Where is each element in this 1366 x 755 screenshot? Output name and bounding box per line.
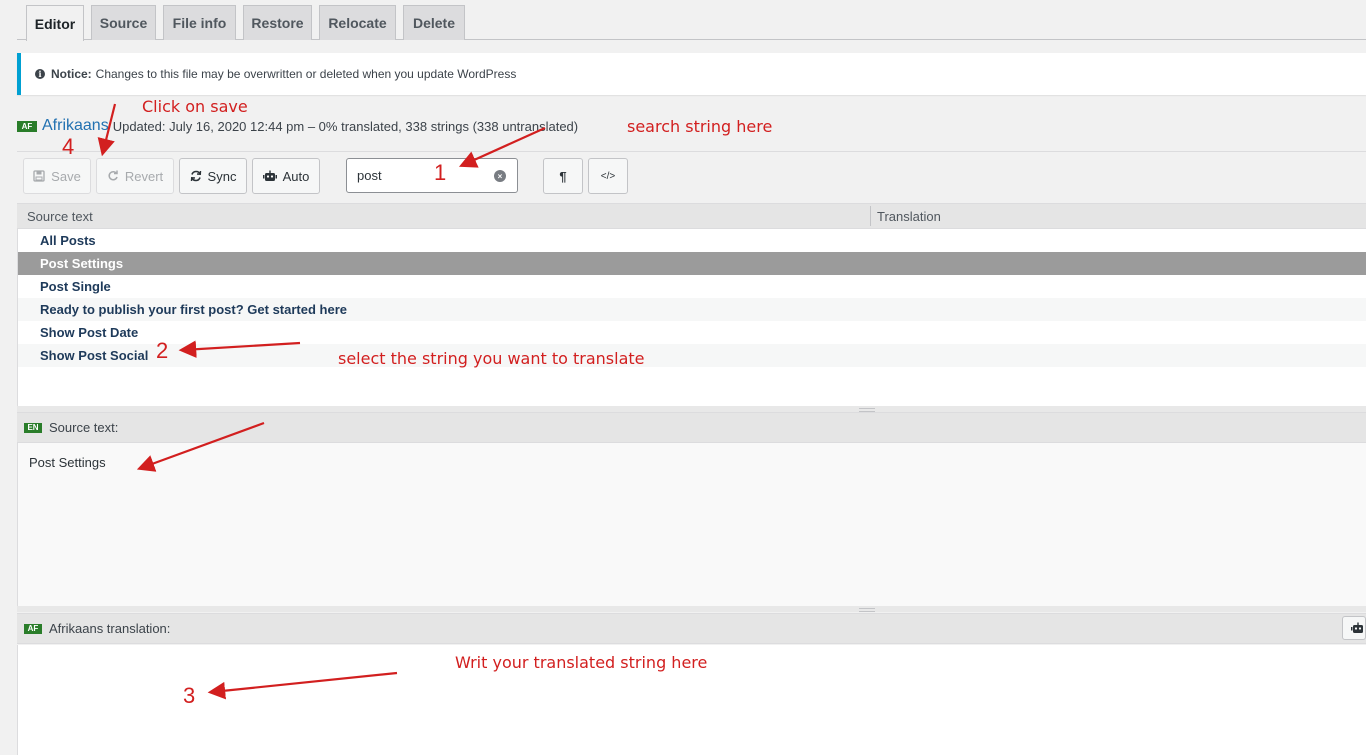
locale-status-line: AF Afrikaans Updated: July 16, 2020 12:4… [17, 116, 578, 136]
column-divider[interactable] [870, 206, 871, 226]
source-text-view: Post Settings [17, 443, 1366, 606]
auto-translate-button[interactable]: Auto [252, 158, 320, 194]
auto-button-label: Auto [282, 168, 310, 184]
tab-restore[interactable]: Restore [243, 5, 312, 40]
revert-icon [108, 170, 118, 181]
annotation-step-3: 3 [183, 683, 196, 708]
notice-label: Notice: [51, 67, 92, 81]
list-item[interactable]: Ready to publish your first post? Get st… [18, 298, 1366, 321]
annotation-write-translation: Writ your translated string here [455, 653, 708, 672]
list-item[interactable]: Post Single [18, 275, 1366, 298]
source-text-value: Post Settings [29, 455, 106, 470]
string-list-header: Source text Translation [17, 203, 1366, 229]
locale-status: Updated: July 16, 2020 12:44 pm – 0% tra… [112, 118, 579, 134]
toggle-code-view-button[interactable]: </> [588, 158, 628, 194]
source-locale-flag-icon: EN [24, 422, 42, 433]
locale-flag-icon: AF [17, 120, 37, 132]
annotation-search-string: search string here [627, 117, 773, 136]
string-list: All Posts Post Settings Post Single Read… [17, 229, 1366, 406]
source-pane-header: EN Source text: [17, 412, 1366, 443]
save-button-label: Save [51, 168, 81, 184]
robot-icon [262, 170, 277, 181]
tab-file-info[interactable]: File info [163, 5, 236, 40]
translation-pane-header: AF Afrikaans translation: [17, 613, 1366, 644]
tab-source[interactable]: Source [91, 5, 156, 40]
source-pane-label: Source text: [49, 420, 119, 435]
update-notice: i Notice: Changes to this file may be ov… [17, 53, 1366, 95]
code-icon: </> [600, 170, 616, 182]
resize-handle-source[interactable] [17, 606, 1366, 612]
revert-button-label: Revert [124, 168, 164, 184]
source-text-column-header[interactable]: Source text [27, 209, 93, 224]
search-input-value: post [357, 168, 382, 183]
floppy-disk-icon [33, 170, 45, 182]
sync-icon [190, 170, 201, 182]
revert-button[interactable]: Revert [96, 158, 174, 194]
translation-pane-label: Afrikaans translation: [49, 621, 171, 636]
robot-icon [1351, 622, 1363, 633]
annotation-select-string: select the string you want to translate [338, 349, 645, 368]
tab-delete[interactable]: Delete [403, 5, 465, 40]
translation-column-header[interactable]: Translation [877, 209, 941, 224]
tab-relocate[interactable]: Relocate [319, 5, 396, 40]
annotation-step-2: 2 [156, 338, 169, 363]
sync-button[interactable]: Sync [179, 158, 247, 194]
list-item[interactable]: All Posts [18, 229, 1366, 252]
info-icon: i [35, 69, 45, 79]
target-locale-flag-icon: AF [24, 623, 42, 634]
save-button[interactable]: Save [23, 158, 91, 194]
annotation-click-save: Click on save [142, 97, 248, 116]
list-item-selected[interactable]: Post Settings [18, 252, 1366, 275]
list-item[interactable]: Show Post Date [18, 321, 1366, 344]
search-input[interactable]: post × [346, 158, 518, 193]
annotation-step-1: 1 [434, 160, 447, 185]
toggle-invisibles-button[interactable]: ¶ [543, 158, 583, 194]
tab-editor[interactable]: Editor [26, 5, 84, 41]
notice-text: Changes to this file may be overwritten … [95, 67, 517, 81]
sync-button-label: Sync [207, 168, 237, 184]
annotation-step-4: 4 [62, 134, 75, 159]
clear-search-icon[interactable]: × [494, 170, 506, 182]
list-item[interactable]: Show Post Social [18, 344, 1366, 367]
pilcrow-icon: ¶ [559, 168, 567, 184]
suggest-translation-button[interactable] [1342, 616, 1366, 640]
tab-bar: Editor Source File info Restore Relocate… [17, 0, 1366, 41]
locale-name-link[interactable]: Afrikaans [42, 117, 109, 135]
editor-toolbar: Save Revert Sync Auto post × ¶ </> [17, 151, 1366, 203]
